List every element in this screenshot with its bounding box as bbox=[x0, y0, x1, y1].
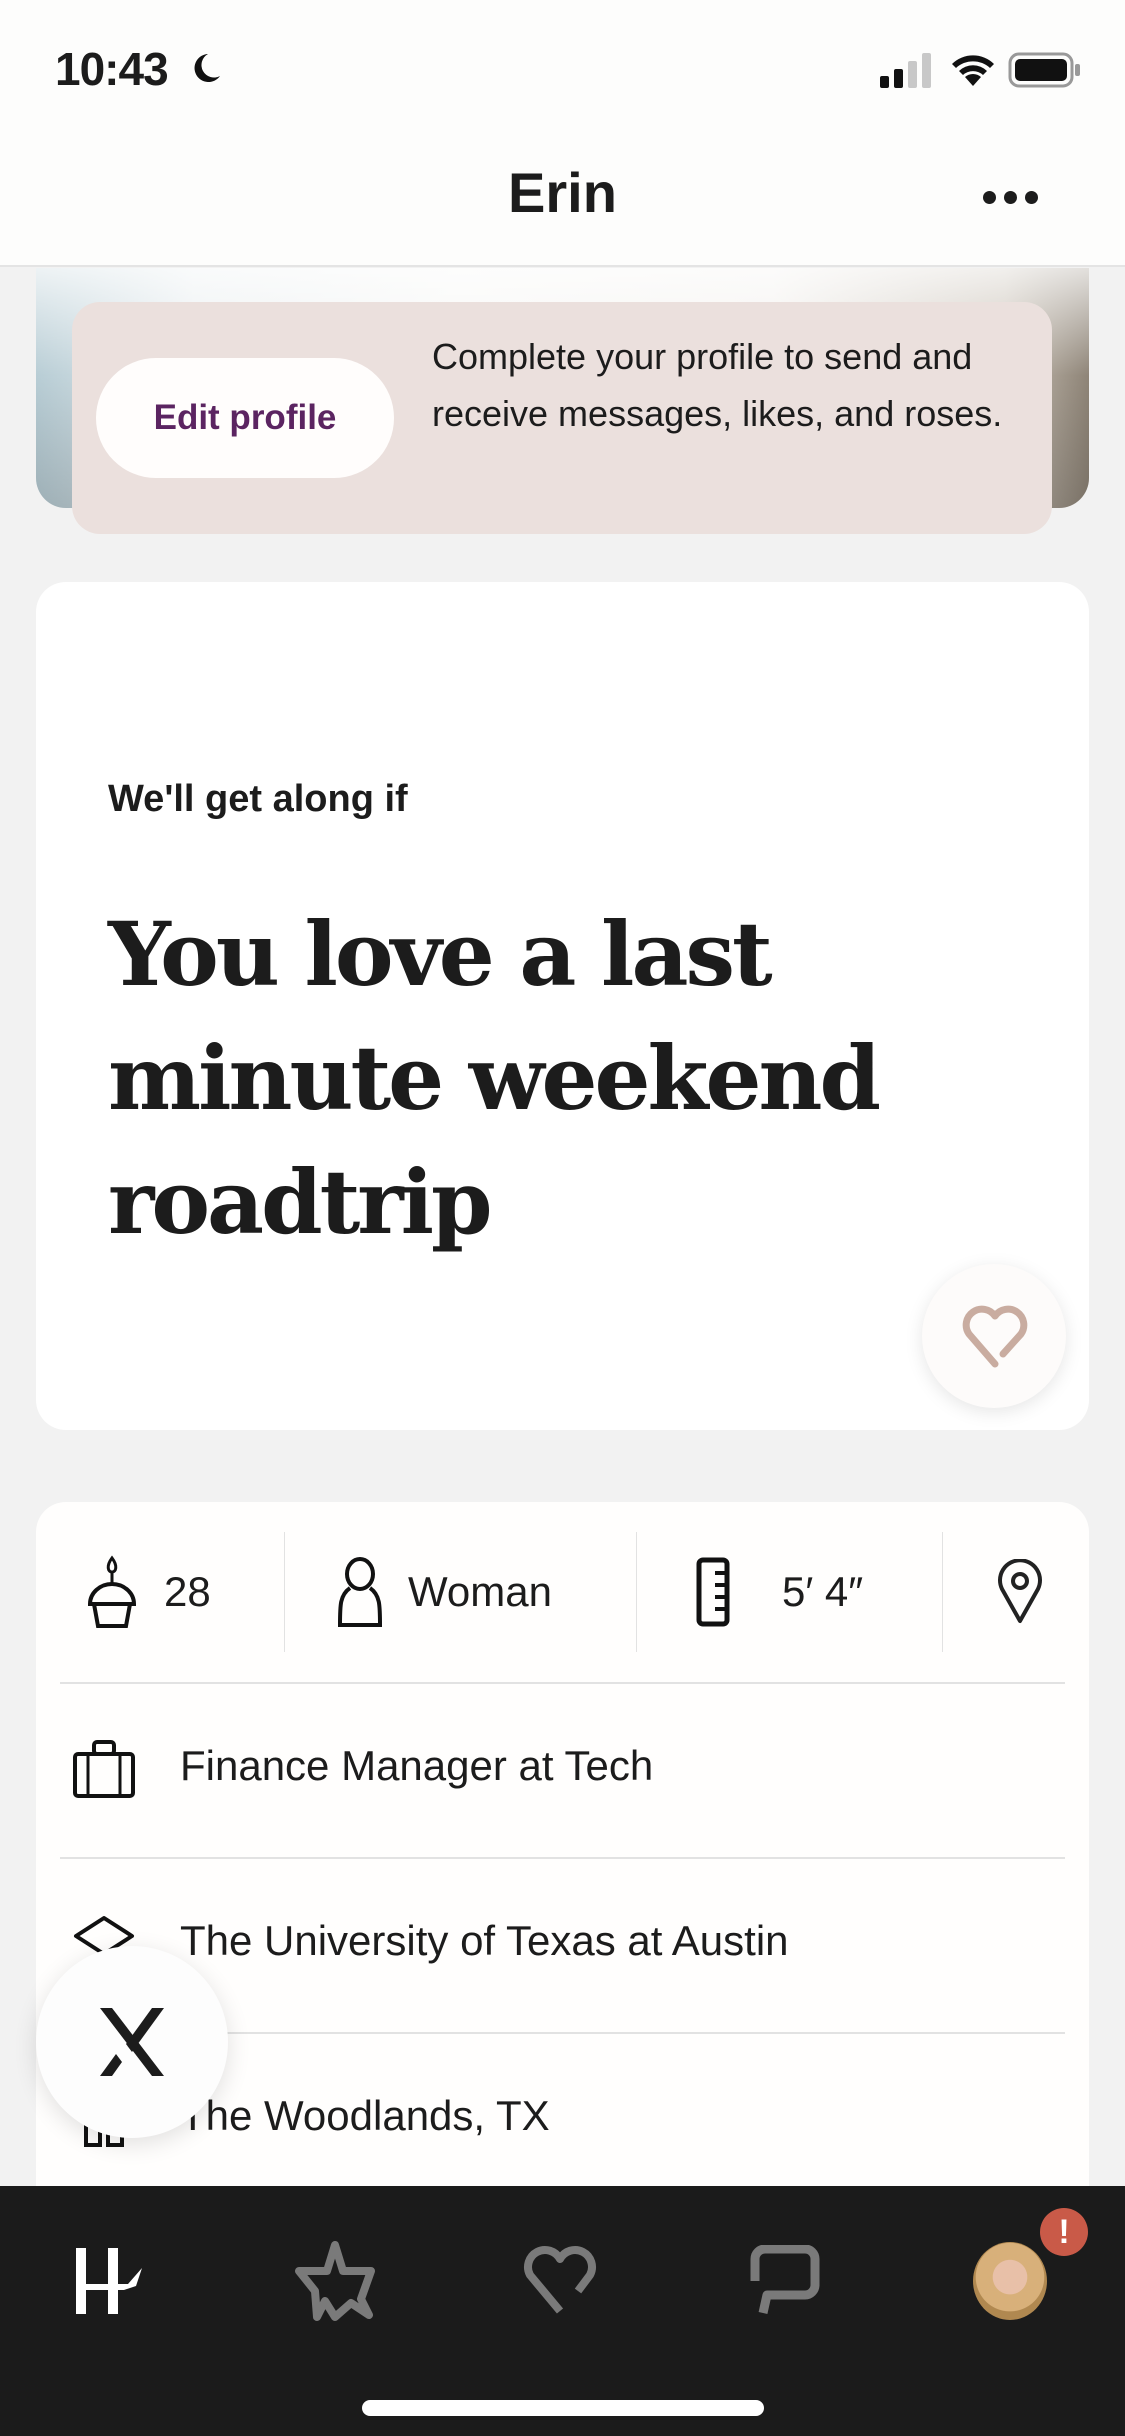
close-x-icon bbox=[100, 2008, 164, 2076]
vital-height: 5′ 4″ bbox=[696, 1532, 863, 1652]
briefcase-icon bbox=[73, 1740, 135, 1798]
vital-age: 28 bbox=[84, 1532, 211, 1652]
birthday-cake-icon bbox=[87, 1555, 137, 1628]
more-horizontal-icon bbox=[983, 191, 996, 204]
cellular-signal-icon bbox=[880, 53, 931, 88]
ruler-icon bbox=[696, 1557, 730, 1627]
divider bbox=[284, 1532, 285, 1652]
vital-location bbox=[996, 1532, 1068, 1652]
bottom-tab-bar: ! bbox=[0, 2186, 1125, 2436]
chat-bubble-icon bbox=[750, 2245, 820, 2314]
divider bbox=[942, 1532, 943, 1652]
vital-height-value: 5′ 4″ bbox=[782, 1568, 864, 1615]
star-icon bbox=[295, 2241, 375, 2321]
prompt-question: We'll get along if bbox=[108, 778, 408, 820]
vital-age-value: 28 bbox=[164, 1568, 211, 1615]
vital-gender-value: Woman bbox=[408, 1568, 552, 1615]
heart-icon bbox=[524, 2246, 596, 2314]
avatar bbox=[973, 2242, 1047, 2320]
job-title: Finance Manager at Tech bbox=[180, 1742, 654, 1789]
prompt-answer: You love a last minute weekend roadtrip bbox=[108, 902, 881, 1254]
like-prompt-button[interactable] bbox=[922, 1264, 1066, 1408]
edit-profile-button[interactable]: Edit profile bbox=[96, 358, 394, 478]
tab-likes-you[interactable] bbox=[505, 2226, 615, 2336]
status-bar: 10:43 bbox=[0, 0, 1125, 130]
prompt-card: We'll get along if You love a last minut… bbox=[36, 582, 1089, 1430]
school-name: The University of Texas at Austin bbox=[180, 1917, 789, 1964]
vitals-row[interactable]: 28 Woman 5′ 4″ bbox=[36, 1502, 1089, 1682]
status-time: 10:43 bbox=[55, 43, 169, 95]
heart-icon bbox=[962, 1305, 1028, 1368]
hometown: The Woodlands, TX bbox=[180, 2092, 550, 2139]
person-icon bbox=[337, 1557, 383, 1627]
home-indicator[interactable] bbox=[362, 2400, 764, 2416]
hinge-logo-icon bbox=[76, 2248, 142, 2314]
skip-profile-button[interactable] bbox=[36, 1946, 228, 2138]
battery-icon bbox=[1008, 52, 1080, 88]
complete-profile-banner: Edit profile Complete your profile to se… bbox=[72, 302, 1052, 534]
divider bbox=[636, 1532, 637, 1652]
tab-discover[interactable] bbox=[55, 2226, 165, 2336]
tab-matches[interactable] bbox=[730, 2226, 840, 2336]
profile-alert-badge: ! bbox=[1040, 2208, 1088, 2256]
tab-standouts[interactable] bbox=[280, 2226, 390, 2336]
profile-header: Erin bbox=[0, 130, 1125, 267]
more-options-button[interactable] bbox=[975, 170, 1045, 220]
location-pin-icon bbox=[998, 1559, 1042, 1623]
banner-message: Complete your profile to send and receiv… bbox=[432, 336, 1003, 434]
detail-row-job: Finance Manager at Tech bbox=[60, 1682, 1065, 1859]
vital-gender: Woman bbox=[336, 1532, 552, 1652]
moon-icon bbox=[194, 54, 220, 82]
wifi-icon bbox=[952, 55, 994, 86]
page-title: Erin bbox=[508, 161, 617, 224]
